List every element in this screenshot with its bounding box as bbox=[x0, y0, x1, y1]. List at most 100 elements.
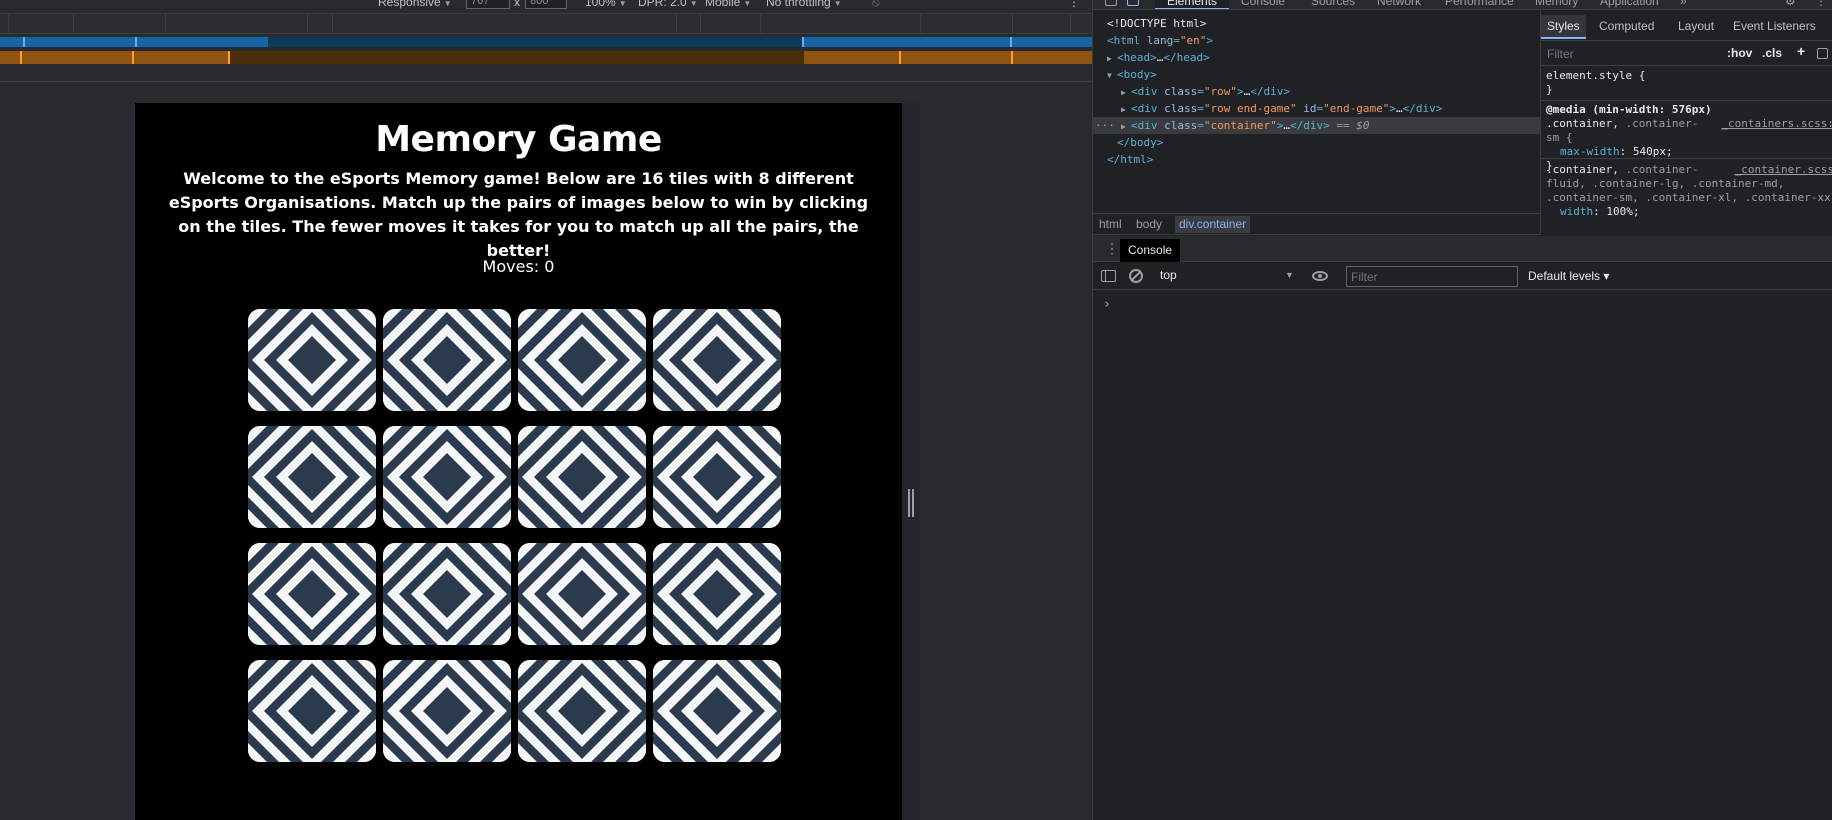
css-source-link[interactable]: _containers.scss: bbox=[1721, 117, 1832, 131]
collapse-triangle-icon[interactable]: ▼ bbox=[1107, 67, 1117, 84]
memory-tile[interactable] bbox=[248, 309, 376, 411]
memory-tile[interactable] bbox=[653, 426, 781, 528]
toggle-sidebar-icon[interactable] bbox=[1817, 48, 1828, 59]
live-expression-eye-icon[interactable] bbox=[1312, 271, 1328, 281]
tab-application[interactable]: Application bbox=[1600, 0, 1659, 8]
expand-triangle-icon[interactable]: ▶ bbox=[1121, 84, 1131, 101]
tab-sources[interactable]: Sources bbox=[1311, 0, 1355, 8]
css-selector-dim[interactable]: .container- bbox=[1625, 117, 1698, 130]
media-query-segment[interactable] bbox=[0, 51, 230, 64]
memory-tile[interactable] bbox=[248, 543, 376, 645]
new-rule-plus-icon[interactable]: + bbox=[1797, 43, 1805, 59]
dom-node-div-container-selected[interactable]: ··· ▶ <div class="container">…</div> == $0 bbox=[1093, 117, 1540, 134]
dom-node-doctype[interactable]: <!DOCTYPE html> bbox=[1093, 15, 1540, 32]
dom-node-head[interactable]: ▶ <head>…</head> bbox=[1093, 49, 1540, 66]
css-value[interactable]: 540px; bbox=[1633, 145, 1673, 158]
tab-event-listeners[interactable]: Event Listeners bbox=[1733, 19, 1816, 33]
throttling-select[interactable]: No throttling ▼ bbox=[766, 0, 842, 9]
memory-tile[interactable] bbox=[248, 426, 376, 528]
expand-triangle-icon[interactable]: ▶ bbox=[1121, 101, 1131, 118]
caret-down-icon: ▼ bbox=[833, 0, 842, 8]
dom-node-html[interactable]: <html lang="en"> bbox=[1093, 32, 1540, 49]
memory-tile[interactable] bbox=[518, 426, 646, 528]
device-toolbar-icon[interactable] bbox=[1127, 0, 1139, 6]
breadcrumb-html[interactable]: html bbox=[1099, 217, 1122, 231]
inspect-element-icon[interactable] bbox=[1105, 0, 1117, 6]
expand-triangle-icon[interactable]: ▶ bbox=[1121, 118, 1131, 135]
tab-layout[interactable]: Layout bbox=[1678, 19, 1714, 33]
width-input[interactable]: 767 bbox=[466, 0, 510, 9]
attr-name: class bbox=[1164, 119, 1198, 132]
styles-filter-input[interactable] bbox=[1545, 45, 1715, 62]
tab-computed[interactable]: Computed bbox=[1599, 19, 1654, 33]
resize-handle-icon[interactable] bbox=[908, 489, 914, 517]
breadcrumb-div-container[interactable]: div.container bbox=[1175, 216, 1251, 233]
console-filter-input[interactable] bbox=[1346, 266, 1518, 287]
media-query-bar-max-width[interactable] bbox=[0, 37, 1092, 47]
context-select[interactable]: top bbox=[1160, 268, 1290, 285]
css-selector[interactable]: .container, bbox=[1546, 117, 1619, 130]
dom-node-body-close[interactable]: </body> bbox=[1093, 134, 1540, 151]
node-menu-icon[interactable]: ··· bbox=[1095, 117, 1115, 134]
memory-tile[interactable] bbox=[383, 543, 511, 645]
media-query-bar-min-width[interactable] bbox=[0, 51, 1092, 64]
log-levels-select[interactable]: Default levels ▾ bbox=[1528, 269, 1609, 283]
dom-node-div-row[interactable]: ▶ <div class="row">…</div> bbox=[1093, 83, 1540, 100]
zoom-select[interactable]: 100% ▼ bbox=[585, 0, 627, 9]
clear-console-icon[interactable] bbox=[1129, 269, 1143, 283]
tab-elements[interactable]: Elements bbox=[1155, 0, 1230, 9]
dom-node-div-end-game[interactable]: ▶ <div class="row end-game" id="end-game"… bbox=[1093, 100, 1540, 117]
media-query-segment[interactable] bbox=[804, 51, 1092, 64]
device-resize-area[interactable] bbox=[902, 103, 920, 820]
drawer-menu-icon[interactable]: ⋮ bbox=[1105, 240, 1119, 256]
more-vert-icon[interactable]: ⋮ bbox=[1815, 0, 1827, 8]
console-sidebar-icon[interactable] bbox=[1101, 270, 1116, 282]
css-property[interactable]: width bbox=[1560, 205, 1593, 218]
dpr-select[interactable]: DPR: 2.0 ▼ bbox=[638, 0, 698, 9]
console-prompt-icon[interactable]: › bbox=[1103, 297, 1111, 312]
times-label: x bbox=[514, 0, 520, 9]
css-selector-dim[interactable]: .container- bbox=[1625, 163, 1698, 176]
breadcrumb-body[interactable]: body bbox=[1136, 217, 1162, 231]
rotate-icon[interactable]: ⦸ bbox=[872, 0, 880, 10]
tag-text: </div> bbox=[1250, 85, 1290, 98]
cls-toggle[interactable]: .cls bbox=[1762, 46, 1782, 60]
dom-node-html-close[interactable]: </html> bbox=[1093, 151, 1540, 168]
memory-tile[interactable] bbox=[383, 426, 511, 528]
memory-tile[interactable] bbox=[518, 543, 646, 645]
hov-toggle[interactable]: :hov bbox=[1727, 46, 1752, 60]
dom-node-body[interactable]: ▼ <body> bbox=[1093, 66, 1540, 83]
memory-tile[interactable] bbox=[518, 309, 646, 411]
media-query-segment[interactable] bbox=[0, 37, 268, 47]
memory-tile[interactable] bbox=[383, 660, 511, 762]
settings-gear-icon[interactable]: ⚙ bbox=[1785, 0, 1796, 8]
tab-memory[interactable]: Memory bbox=[1535, 0, 1578, 8]
css-media-query: @media (min-width: 576px) bbox=[1546, 103, 1712, 116]
tab-styles[interactable]: Styles bbox=[1541, 15, 1586, 39]
memory-tile[interactable] bbox=[383, 309, 511, 411]
memory-tile[interactable] bbox=[653, 660, 781, 762]
dimensions-select[interactable]: Responsive ▼ bbox=[378, 0, 452, 9]
device-type-select[interactable]: Mobile ▼ bbox=[705, 0, 751, 9]
diamond-pattern-icon bbox=[518, 660, 646, 762]
height-input[interactable]: 800 bbox=[525, 0, 567, 9]
media-query-segment[interactable] bbox=[803, 37, 1092, 47]
css-selector[interactable]: .container, bbox=[1546, 163, 1619, 176]
tab-network[interactable]: Network bbox=[1377, 0, 1421, 8]
tab-more[interactable]: » bbox=[1680, 0, 1687, 8]
memory-tile[interactable] bbox=[653, 309, 781, 411]
expand-triangle-icon[interactable]: ▶ bbox=[1107, 50, 1117, 67]
drawer-tab-console[interactable]: Console bbox=[1120, 239, 1181, 262]
diamond-pattern-icon bbox=[383, 426, 511, 528]
css-source-link[interactable]: _container.scss bbox=[1735, 163, 1832, 177]
css-property[interactable]: max-width bbox=[1560, 145, 1620, 158]
memory-tile[interactable] bbox=[248, 660, 376, 762]
css-rule-container: .container, .container- _container.scss f… bbox=[1541, 163, 1832, 233]
tab-performance[interactable]: Performance bbox=[1445, 0, 1514, 8]
css-selector[interactable]: element.style { bbox=[1541, 69, 1832, 83]
tab-console[interactable]: Console bbox=[1241, 0, 1285, 8]
memory-tile[interactable] bbox=[518, 660, 646, 762]
css-value[interactable]: 100%; bbox=[1606, 205, 1639, 218]
more-options-icon[interactable]: ⋮ bbox=[1068, 0, 1080, 9]
memory-tile[interactable] bbox=[653, 543, 781, 645]
